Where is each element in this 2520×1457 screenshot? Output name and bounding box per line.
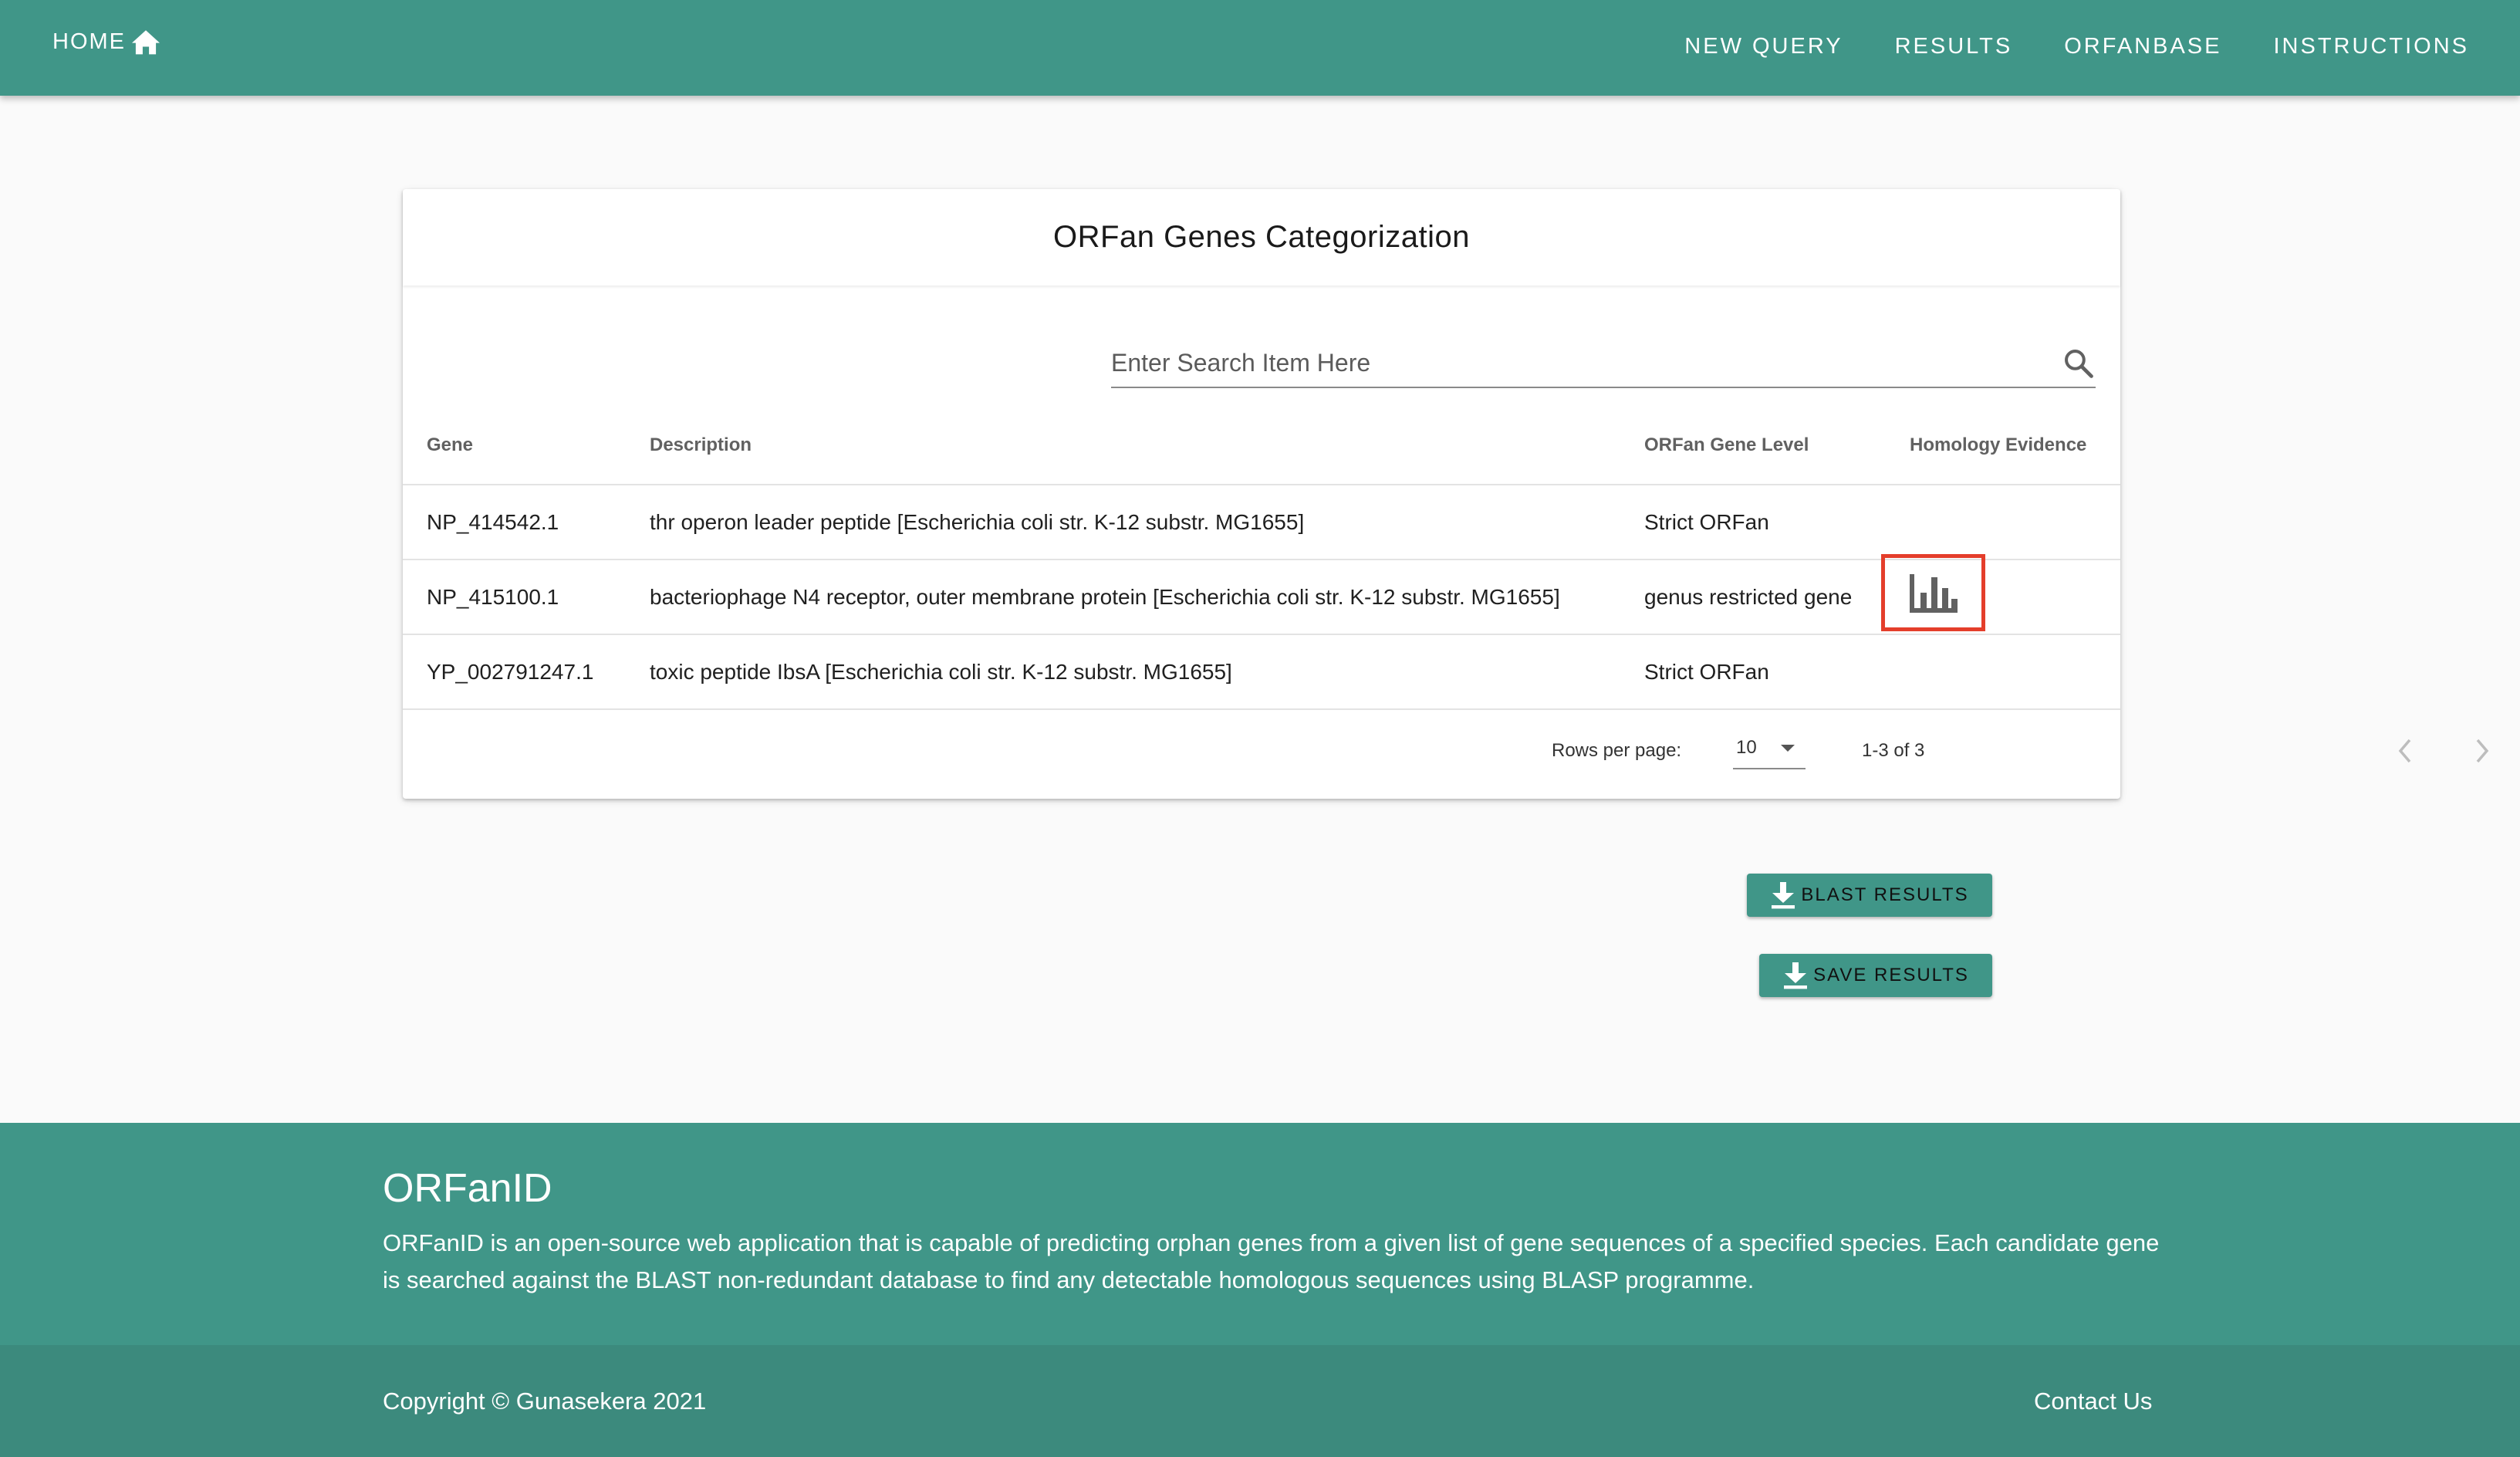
cell-gene: YP_002791247.1 (427, 660, 594, 684)
genes-table: Gene Description ORFan Gene Level Homolo… (403, 407, 2120, 710)
copyright-text: Copyright © Gunasekera 2021 (383, 1388, 707, 1415)
contact-us-link[interactable]: Contact Us (2034, 1345, 2152, 1457)
table-row: NP_414542.1 thr operon leader peptide [E… (403, 485, 2120, 560)
footer-description: ORFanID is an open-source web applicatio… (383, 1229, 2160, 1293)
nav-orfanbase[interactable]: ORFANBASE (2064, 34, 2221, 59)
download-icon (1784, 962, 1808, 989)
nav-links: NEW QUERY RESULTS ORFANBASE INSTRUCTIONS (1633, 0, 2469, 93)
table-row: NP_415100.1 bacteriophage N4 receptor, o… (403, 554, 2120, 635)
nav-home-link[interactable]: HOME (52, 28, 161, 56)
table-header: Gene Description ORFan Gene Level Homolo… (403, 407, 2120, 485)
card-title: ORFan Genes Categorization (1053, 220, 1470, 254)
col-homology-header[interactable]: Homology Evidence (1910, 407, 2086, 484)
home-icon (132, 30, 160, 55)
save-results-button[interactable]: SAVE RESULTS (1759, 954, 1992, 997)
footer-bottom-bar: Copyright © Gunasekera 2021 Contact Us (0, 1345, 2520, 1457)
pagination-range: 1-3 of 3 (1862, 740, 1925, 761)
nav-home-label: HOME (52, 29, 126, 54)
rows-per-page-label: Rows per page: (1552, 740, 1682, 761)
search-icon[interactable] (2062, 347, 2096, 380)
homology-evidence-button[interactable] (1881, 554, 1985, 631)
save-results-label: SAVE RESULTS (1813, 965, 1969, 985)
top-navbar: HOME NEW QUERY RESULTS ORFANBASE INSTRUC… (0, 0, 2520, 96)
cell-description: toxic peptide IbsA [Escherichia coli str… (650, 660, 1232, 684)
search-input[interactable] (1111, 343, 2037, 382)
cell-level: Strict ORFan (1644, 660, 1769, 684)
cell-level: Strict ORFan (1644, 510, 1769, 534)
cell-description: thr operon leader peptide [Escherichia c… (650, 510, 1305, 534)
col-level-header[interactable]: ORFan Gene Level (1644, 407, 1809, 484)
table-pagination: Rows per page: 10 1-3 of 3 (403, 703, 2489, 799)
cell-level: genus restricted gene (1644, 585, 1853, 609)
footer-title: ORFanID (383, 1166, 552, 1211)
bar-chart-icon (1909, 574, 1958, 613)
caret-down-icon (1781, 745, 1795, 752)
download-icon (1772, 882, 1795, 909)
cell-description: bacteriophage N4 receptor, outer membran… (650, 585, 1560, 609)
rows-per-page-select[interactable]: 10 (1733, 732, 1806, 769)
chevron-left-icon[interactable] (2396, 735, 2414, 766)
col-description-header[interactable]: Description (650, 407, 752, 484)
table-row: YP_002791247.1 toxic peptide IbsA [Esche… (403, 635, 2120, 710)
col-gene-header[interactable]: Gene (427, 407, 473, 484)
blast-results-label: BLAST RESULTS (1801, 884, 1969, 905)
nav-results[interactable]: RESULTS (1895, 34, 2013, 59)
page-footer: ORFanID ORFanID is an open-source web ap… (0, 1123, 2520, 1457)
card-header: ORFan Genes Categorization (403, 189, 2120, 286)
chevron-right-icon[interactable] (2473, 735, 2491, 766)
search-box (1111, 343, 2096, 388)
blast-results-button[interactable]: BLAST RESULTS (1747, 874, 1992, 917)
nav-new-query[interactable]: NEW QUERY (1684, 34, 1843, 59)
cell-gene: NP_415100.1 (427, 585, 559, 609)
cell-gene: NP_414542.1 (427, 510, 559, 534)
results-card: ORFan Genes Categorization Gene Descript… (403, 189, 2489, 799)
nav-instructions[interactable]: INSTRUCTIONS (2274, 34, 2470, 59)
rows-per-page-value: 10 (1736, 737, 1757, 758)
